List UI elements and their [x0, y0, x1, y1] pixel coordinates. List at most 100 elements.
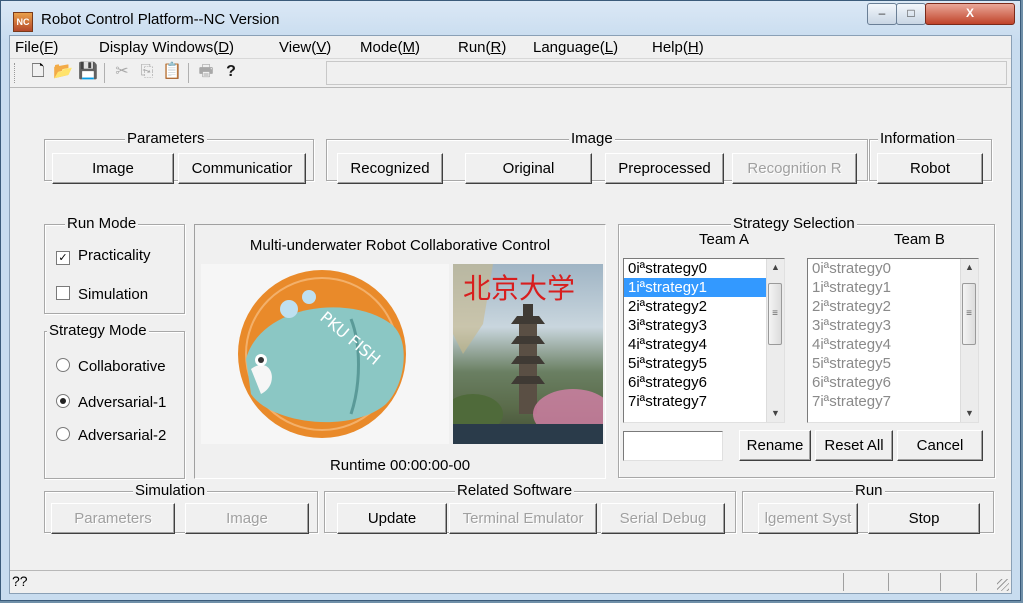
rename-input[interactable]	[623, 431, 723, 461]
app-window: NC Robot Control Platform--NC Version – …	[0, 0, 1021, 601]
open-icon[interactable]: 📂	[53, 62, 73, 82]
checkbox-box: ✓	[56, 251, 70, 265]
menu-help[interactable]: Help(H)	[652, 39, 704, 56]
adversarial-2-radio[interactable]: Adversarial-2	[56, 427, 166, 444]
team-a-list[interactable]: 0iªstrategy0 1iªstrategy1 2iªstrategy2 3…	[623, 258, 785, 423]
toolbar: 🗋 📂 💾 ✂ ⎘ 📋 🖶 ?	[10, 58, 1011, 88]
minimize-button[interactable]: –	[867, 3, 897, 25]
adversarial-1-radio[interactable]: Adversarial-1	[56, 394, 166, 411]
copy-icon[interactable]: ⎘	[137, 62, 157, 82]
radio-dot	[56, 427, 70, 441]
list-item[interactable]: 1iªstrategy1	[624, 278, 784, 297]
status-text: ??	[12, 573, 28, 589]
toolbar-rebar	[326, 61, 1007, 85]
window-title: Robot Control Platform--NC Version	[41, 11, 280, 28]
app-icon: NC	[13, 12, 33, 32]
scroll-down-icon[interactable]: ▼	[961, 405, 978, 422]
title-bar[interactable]: NC Robot Control Platform--NC Version – …	[1, 1, 1020, 37]
run-label: Run	[853, 482, 885, 499]
simulation-image-button[interactable]: Image	[185, 503, 309, 534]
team-a-scrollbar[interactable]: ▲ ≡ ▼	[766, 259, 784, 422]
practicality-label: Practicality	[78, 247, 151, 264]
team-b-scrollbar[interactable]: ▲ ≡ ▼	[960, 259, 978, 422]
list-item[interactable]: 0iªstrategy0	[808, 259, 978, 278]
parameters-image-button[interactable]: Image	[52, 153, 174, 184]
list-item[interactable]: 2iªstrategy2	[624, 297, 784, 316]
maximize-button[interactable]: □	[896, 3, 926, 25]
menu-mode[interactable]: Mode(M)	[360, 39, 420, 56]
terminal-emulator-button[interactable]: Terminal Emulator	[449, 503, 597, 534]
scroll-up-icon[interactable]: ▲	[767, 259, 784, 276]
adversarial-2-label: Adversarial-2	[78, 427, 167, 444]
cancel-button[interactable]: Cancel	[897, 430, 983, 461]
simulation-checkbox[interactable]: Simulation	[56, 286, 148, 303]
paste-icon[interactable]: 📋	[162, 62, 182, 82]
team-b-list[interactable]: 0iªstrategy0 1iªstrategy1 2iªstrategy2 3…	[807, 258, 979, 423]
list-item[interactable]: 0iªstrategy0	[624, 259, 784, 278]
status-bar: ??	[10, 570, 1011, 593]
scroll-thumb[interactable]: ≡	[962, 283, 976, 345]
runtime-label: Runtime 00:00:00-00	[329, 457, 471, 474]
client-area: File(F) Display Windows(D) View(V) Mode(…	[9, 35, 1012, 594]
list-item[interactable]: 4iªstrategy4	[624, 335, 784, 354]
parameters-group: Parameters Image Communicatior	[44, 130, 314, 184]
menu-display-windows[interactable]: Display Windows(D)	[99, 39, 234, 56]
logo-image: PKU FISH	[201, 264, 449, 444]
cut-icon[interactable]: ✂	[112, 62, 132, 82]
new-icon[interactable]: 🗋	[28, 62, 48, 82]
menu-view[interactable]: View(V)	[279, 39, 331, 56]
menu-file[interactable]: File(F)	[15, 39, 58, 56]
list-item[interactable]: 2iªstrategy2	[808, 297, 978, 316]
scroll-up-icon[interactable]: ▲	[961, 259, 978, 276]
simulation-parameters-button[interactable]: Parameters	[51, 503, 175, 534]
print-icon[interactable]: 🖶	[196, 62, 216, 82]
list-item[interactable]: 7iªstrategy7	[624, 392, 784, 411]
recognition-button[interactable]: Recognition R	[732, 153, 857, 184]
list-item[interactable]: 6iªstrategy6	[808, 373, 978, 392]
status-pane	[843, 573, 845, 591]
display-panel: Multi-underwater Robot Collaborative Con…	[194, 224, 606, 479]
simulation-group-label: Simulation	[133, 482, 208, 499]
resize-grip[interactable]	[997, 579, 1009, 591]
preprocessed-button[interactable]: Preprocessed	[605, 153, 724, 184]
scroll-thumb[interactable]: ≡	[768, 283, 782, 345]
original-button[interactable]: Original	[465, 153, 592, 184]
management-system-button[interactable]: lgement Syst	[758, 503, 858, 534]
simulation-label: Simulation	[78, 286, 149, 303]
campus-photo: 北京大学	[453, 264, 603, 444]
menu-language[interactable]: Language(L)	[533, 39, 618, 56]
menu-run[interactable]: Run(R)	[458, 39, 506, 56]
list-item[interactable]: 6iªstrategy6	[624, 373, 784, 392]
display-title: Multi-underwater Robot Collaborative Con…	[249, 237, 551, 254]
list-item[interactable]: 5iªstrategy5	[808, 354, 978, 373]
recognized-button[interactable]: Recognized	[337, 153, 443, 184]
reset-all-button[interactable]: Reset All	[815, 430, 893, 461]
list-item[interactable]: 7iªstrategy7	[808, 392, 978, 411]
help-icon[interactable]: ?	[221, 62, 241, 82]
close-button[interactable]: X	[925, 3, 1015, 25]
communication-button[interactable]: Communicatior	[178, 153, 306, 184]
update-button[interactable]: Update	[337, 503, 447, 534]
list-item[interactable]: 5iªstrategy5	[624, 354, 784, 373]
image-label: Image	[569, 130, 615, 147]
serial-debug-button[interactable]: Serial Debug	[601, 503, 725, 534]
strategy-selection-label: Strategy Selection	[731, 215, 857, 232]
scroll-down-icon[interactable]: ▼	[767, 405, 784, 422]
collaborative-radio[interactable]: Collaborative	[56, 358, 166, 375]
list-item[interactable]: 3iªstrategy3	[808, 316, 978, 335]
robot-button[interactable]: Robot	[877, 153, 983, 184]
practicality-checkbox[interactable]: ✓ Practicality	[56, 247, 151, 265]
list-item[interactable]: 1iªstrategy1	[808, 278, 978, 297]
list-item[interactable]: 3iªstrategy3	[624, 316, 784, 335]
toolbar-grip[interactable]	[14, 63, 17, 83]
image-group: Image Recognized Original Preprocessed R…	[326, 130, 868, 184]
run-group: Run lgement Syst Stop	[742, 482, 994, 534]
adversarial-1-label: Adversarial-1	[78, 394, 167, 411]
run-mode-label: Run Mode	[65, 215, 139, 232]
toolbar-separator	[188, 63, 189, 83]
list-item[interactable]: 4iªstrategy4	[808, 335, 978, 354]
stop-button[interactable]: Stop	[868, 503, 980, 534]
save-icon[interactable]: 💾	[78, 62, 98, 82]
status-pane	[888, 573, 890, 591]
rename-button[interactable]: Rename	[739, 430, 811, 461]
